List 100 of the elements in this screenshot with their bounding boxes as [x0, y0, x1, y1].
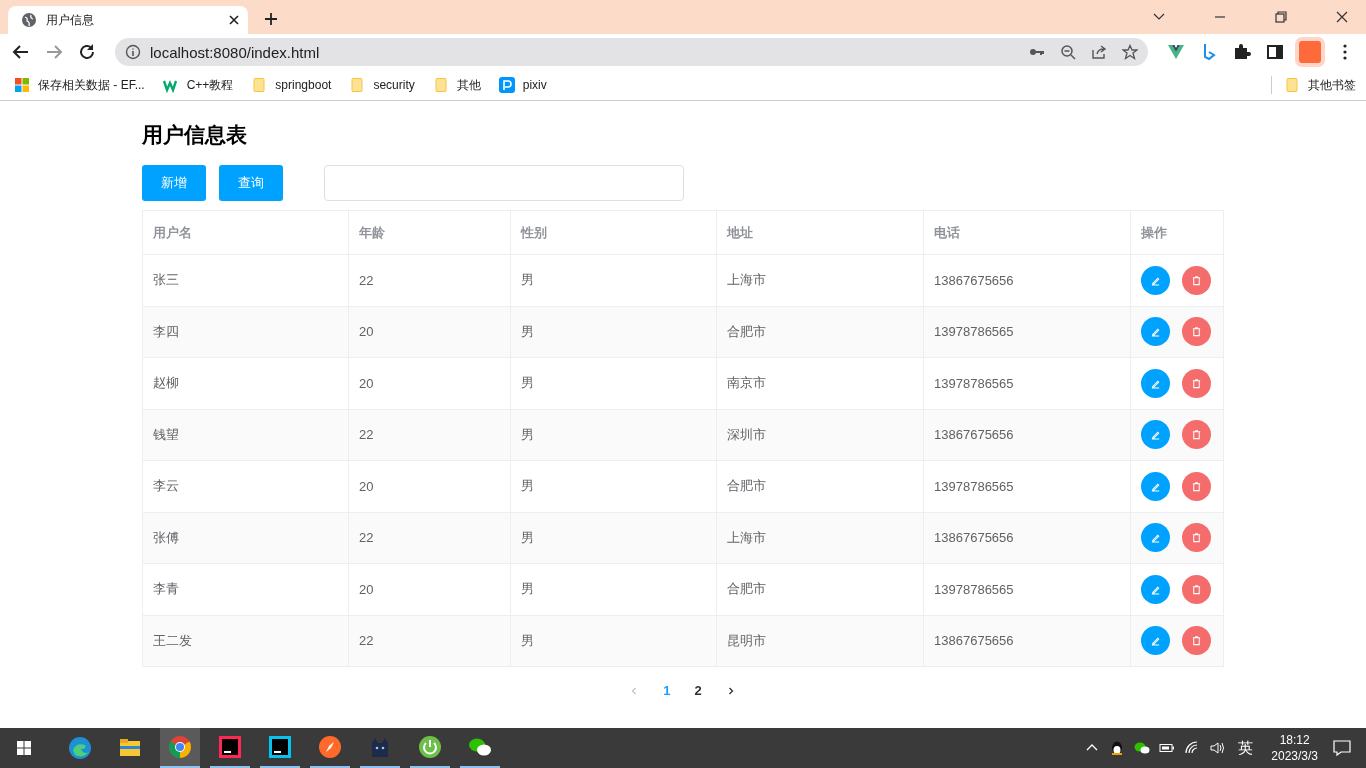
table-cell: 20: [349, 461, 511, 512]
power-icon: [418, 735, 442, 759]
table-cell: 22: [349, 255, 511, 306]
table-cell: 男: [510, 615, 718, 666]
delete-button[interactable]: [1181, 420, 1211, 450]
info-icon: [125, 44, 141, 60]
edit-button[interactable]: [1140, 265, 1170, 295]
address-bar[interactable]: localhost:8080/index.html: [115, 38, 1148, 66]
table-cell: 男: [510, 564, 718, 615]
star-icon[interactable]: [1122, 44, 1138, 60]
share-icon[interactable]: [1091, 44, 1107, 60]
windows-logo-icon: [14, 77, 30, 93]
table-cell: 钱望: [142, 409, 350, 460]
table-cell: 22: [349, 409, 511, 460]
chat-bubbles-icon[interactable]: [1134, 740, 1151, 756]
trash-icon: [1190, 635, 1202, 647]
column-header: 用户名: [142, 211, 350, 254]
folder-icon: [432, 77, 449, 93]
table-cell: 男: [510, 358, 718, 409]
delete-button[interactable]: [1181, 471, 1211, 501]
table-cell: 22: [349, 615, 511, 666]
ws-logo-icon: [268, 735, 292, 759]
table-cell: 合肥市: [717, 564, 925, 615]
edit-button[interactable]: [1140, 574, 1170, 604]
folder-icon: [1284, 77, 1300, 93]
table-cell: 13978786565: [924, 461, 1131, 512]
table-cell: 男: [510, 255, 718, 306]
wave-logo-icon: [68, 736, 92, 760]
bookmark[interactable]: pixiv: [498, 77, 547, 93]
edit-button[interactable]: [1140, 317, 1170, 347]
table-cell: 王二发: [142, 615, 350, 666]
table-cell: 赵柳: [142, 358, 350, 409]
column-header: 年龄: [349, 211, 511, 254]
delete-button[interactable]: [1181, 574, 1211, 604]
new-tab-icon[interactable]: [264, 12, 278, 26]
pencil-icon: [1149, 532, 1161, 544]
table-cell: 深圳市: [717, 409, 925, 460]
delete-button[interactable]: [1181, 368, 1211, 398]
trash-icon: [1190, 583, 1202, 595]
trash-icon: [1190, 274, 1202, 286]
clock[interactable]: 18:12 2023/3/3: [1271, 732, 1318, 764]
input-method-indicator[interactable]: 英: [1238, 738, 1254, 758]
pencil-icon: [1149, 326, 1161, 338]
delete-button[interactable]: [1181, 265, 1211, 295]
clock-time: 18:12: [1279, 732, 1310, 748]
side-panel-icon[interactable]: [1266, 43, 1284, 61]
edit-button[interactable]: [1140, 626, 1170, 656]
url-text: localhost:8080/index.html: [150, 43, 320, 61]
speaker-icon[interactable]: [1209, 740, 1226, 756]
bookmark[interactable]: springboot: [251, 77, 332, 93]
bookmark[interactable]: 保存相关数据 - EF...: [14, 76, 145, 94]
edit-button[interactable]: [1140, 420, 1170, 450]
table-cell: 南京市: [717, 358, 925, 409]
ij-logo-icon: [218, 735, 242, 759]
zoom-out-icon[interactable]: [1060, 44, 1076, 60]
bookmark[interactable]: C++教程: [162, 76, 234, 94]
delete-button[interactable]: [1181, 523, 1211, 553]
pencil-icon: [1149, 429, 1161, 441]
edit-button[interactable]: [1140, 471, 1170, 501]
table-cell: 李四: [142, 306, 350, 357]
trash-icon: [1190, 480, 1202, 492]
page-number[interactable]: 2: [694, 683, 702, 698]
table-cell: 男: [510, 461, 718, 512]
delete-button[interactable]: [1181, 626, 1211, 656]
column-header: 性别: [510, 211, 718, 254]
search-field[interactable]: [323, 165, 684, 201]
forward-arrow-icon[interactable]: [45, 43, 63, 61]
edit-button[interactable]: [1140, 368, 1170, 398]
globe-icon: [21, 12, 37, 28]
table-cell: 昆明市: [717, 615, 925, 666]
close-icon[interactable]: [228, 14, 240, 26]
table-cell: 李青: [142, 564, 350, 615]
notification-icon[interactable]: [1332, 738, 1352, 758]
close-icon[interactable]: [1335, 10, 1349, 24]
table-cell: 22: [349, 512, 511, 563]
table-cell: 20: [349, 306, 511, 357]
bookmark[interactable]: 其他书签: [1284, 76, 1356, 94]
table-cell: 13978786565: [924, 306, 1131, 357]
folder-icon: [251, 77, 268, 93]
bookmark[interactable]: 其他: [432, 76, 481, 94]
table-cell: 张三: [142, 255, 350, 306]
page-title: 用户信息表: [141, 122, 248, 148]
restore-icon[interactable]: [1274, 10, 1288, 24]
v-logo-icon[interactable]: [1167, 43, 1185, 61]
table-cell: 13867675656: [924, 615, 1131, 666]
reload-icon[interactable]: [78, 43, 96, 61]
delete-button[interactable]: [1181, 317, 1211, 347]
back-arrow-icon[interactable]: [12, 43, 30, 61]
table-cell: 上海市: [717, 512, 925, 563]
table-cell: 男: [510, 512, 718, 563]
table-cell: 13978786565: [924, 358, 1131, 409]
bookmark[interactable]: security: [349, 77, 415, 93]
trash-icon: [1190, 377, 1202, 389]
p-logo-icon: [498, 77, 515, 93]
trash-icon: [1190, 429, 1202, 441]
edit-button[interactable]: [1140, 523, 1170, 553]
browser-tab[interactable]: 用户信息: [8, 6, 248, 34]
puzzle-icon[interactable]: [1233, 43, 1251, 61]
table-cell: 13867675656: [924, 255, 1131, 306]
windows-start-icon[interactable]: [16, 740, 32, 756]
